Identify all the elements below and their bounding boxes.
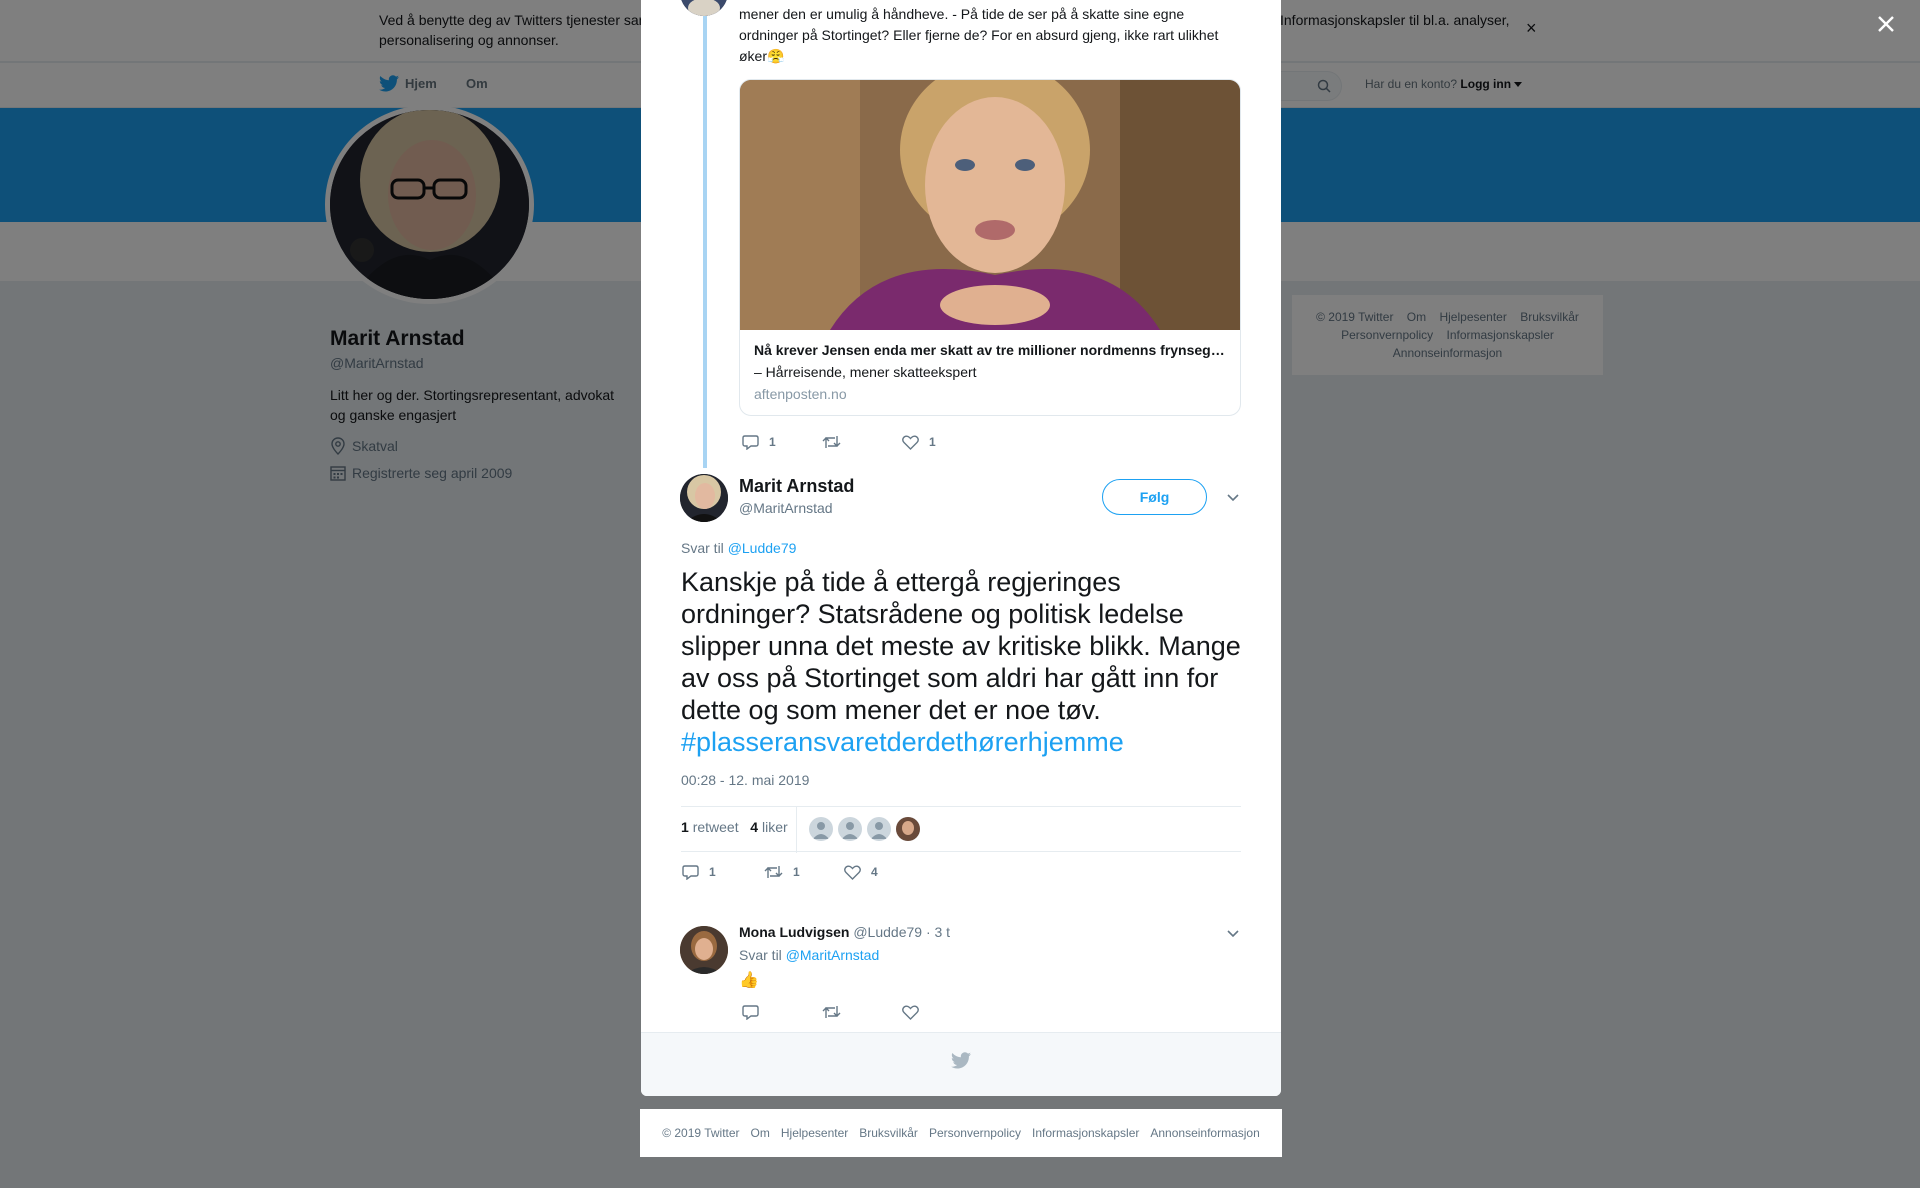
retweet-icon xyxy=(822,436,841,448)
footer-link-cookies[interactable]: Informasjonskapsler xyxy=(1032,1126,1139,1140)
reply-count: 1 xyxy=(709,865,716,879)
avatar-photo xyxy=(680,0,728,16)
default-avatar-icon xyxy=(842,822,858,839)
retweet-button[interactable] xyxy=(822,1005,902,1019)
link-card[interactable]: Nå krever Jensen enda mer skatt av tre m… xyxy=(739,79,1241,416)
avatar-photo xyxy=(896,817,920,841)
like-button[interactable] xyxy=(902,1005,919,1020)
like-count: 4 xyxy=(871,865,878,879)
tweet-age[interactable]: · 3 t xyxy=(926,924,950,940)
tweet-text: 👍 xyxy=(739,972,759,989)
divider xyxy=(796,807,797,853)
stat-counts: 1 retweet 4 liker xyxy=(681,819,788,835)
footer-link-terms[interactable]: Bruksvilkår xyxy=(859,1126,918,1140)
liker-avatar[interactable] xyxy=(809,817,833,841)
modal-page-footer: © 2019 Twitter Om Hjelpesenter Bruksvilk… xyxy=(640,1109,1282,1157)
like-button[interactable]: 4 xyxy=(844,865,878,880)
heart-icon xyxy=(902,1005,919,1020)
reply-header: Mona Ludvigsen @Ludde79 · 3 t xyxy=(739,924,950,940)
author-handle[interactable]: @Ludde79 xyxy=(853,924,922,940)
tweet-text: Kanskje på tide å ettergå regjeringes or… xyxy=(681,566,1241,758)
retweet-stat-count[interactable]: 1 xyxy=(681,819,689,835)
modal-footer xyxy=(641,1032,1281,1096)
tweet-actions: 1 1 xyxy=(742,434,936,450)
reply-button[interactable]: 1 xyxy=(742,434,822,450)
mention-link[interactable]: @MaritArnstad xyxy=(786,947,880,963)
liker-avatar[interactable] xyxy=(867,817,891,841)
tweet-stats: 1 retweet 4 liker xyxy=(681,806,1241,853)
retweet-count: 1 xyxy=(793,865,800,879)
author-handle[interactable]: @MaritArnstad xyxy=(739,500,833,516)
retweet-button[interactable] xyxy=(822,435,902,449)
avatar-photo xyxy=(680,926,728,974)
tweet-actions: 1 1 4 xyxy=(682,864,878,880)
default-avatar-icon xyxy=(871,822,887,839)
tweet-timestamp[interactable]: 00:28 - 12. mai 2019 xyxy=(681,772,809,788)
retweet-icon xyxy=(822,1006,841,1018)
card-image xyxy=(740,80,1240,330)
author-name[interactable]: Mona Ludvigsen xyxy=(739,924,849,940)
card-photo xyxy=(740,80,1240,330)
reply-count: 1 xyxy=(769,435,776,449)
twitter-bird-icon xyxy=(951,1052,971,1069)
footer-link-ads[interactable]: Annonseinformasjon xyxy=(1150,1126,1259,1140)
heart-icon xyxy=(902,435,919,450)
thread-connector xyxy=(703,0,707,468)
tweet-body: Kanskje på tide å ettergå regjeringes or… xyxy=(681,567,1241,725)
reply-prefix: Svar til xyxy=(681,540,724,556)
default-avatar-icon xyxy=(813,822,829,839)
avatar-photo xyxy=(680,474,728,522)
like-button[interactable]: 1 xyxy=(902,435,936,450)
likers-avatars xyxy=(809,817,920,841)
avatar[interactable] xyxy=(680,926,728,974)
tweet-actions xyxy=(742,1004,919,1020)
card-domain: aftenposten.no xyxy=(754,386,847,402)
reply-context: Svar til @MaritArnstad xyxy=(739,947,879,963)
liker-avatar[interactable] xyxy=(896,817,920,841)
like-stat-label[interactable]: liker xyxy=(762,819,788,835)
mention-link[interactable]: @Ludde79 xyxy=(728,540,797,556)
reply-icon xyxy=(742,435,759,450)
hashtag-link[interactable]: #plasseransvaretderdethørerhjemme xyxy=(681,726,1241,758)
chevron-down-icon[interactable] xyxy=(1225,925,1241,941)
retweet-stat-label[interactable]: retweet xyxy=(693,819,739,835)
author-name[interactable]: Marit Arnstad xyxy=(739,476,854,497)
footer-copyright: © 2019 Twitter xyxy=(662,1126,740,1140)
follow-button[interactable]: Følg xyxy=(1102,479,1207,515)
avatar[interactable] xyxy=(680,0,728,16)
heart-icon xyxy=(844,865,861,880)
reply-icon xyxy=(742,1005,759,1020)
reply-button[interactable] xyxy=(742,1004,822,1020)
chevron-down-icon[interactable] xyxy=(1225,489,1241,505)
footer-link-about[interactable]: Om xyxy=(751,1126,770,1140)
reply-context: Svar til @Ludde79 xyxy=(681,540,796,556)
like-stat-count[interactable]: 4 xyxy=(750,819,758,835)
avatar[interactable] xyxy=(680,474,728,522)
retweet-icon xyxy=(764,866,783,878)
tweet-modal: mener den er umulig å håndheve. - På tid… xyxy=(641,0,1281,1096)
retweet-button[interactable]: 1 xyxy=(764,865,844,879)
card-description: – Hårreisende, mener skatteekspert xyxy=(754,364,977,380)
footer-link-privacy[interactable]: Personvernpolicy xyxy=(929,1126,1021,1140)
liker-avatar[interactable] xyxy=(838,817,862,841)
footer-link-help[interactable]: Hjelpesenter xyxy=(781,1126,848,1140)
tweet-text: mener den er umulig å håndheve. - På tid… xyxy=(739,6,1219,64)
card-title: Nå krever Jensen enda mer skatt av tre m… xyxy=(754,342,1229,358)
like-count: 1 xyxy=(929,435,936,449)
reply-prefix: Svar til xyxy=(739,947,782,963)
reply-icon xyxy=(682,865,699,880)
reply-button[interactable]: 1 xyxy=(682,864,764,880)
close-icon[interactable] xyxy=(1874,12,1898,36)
